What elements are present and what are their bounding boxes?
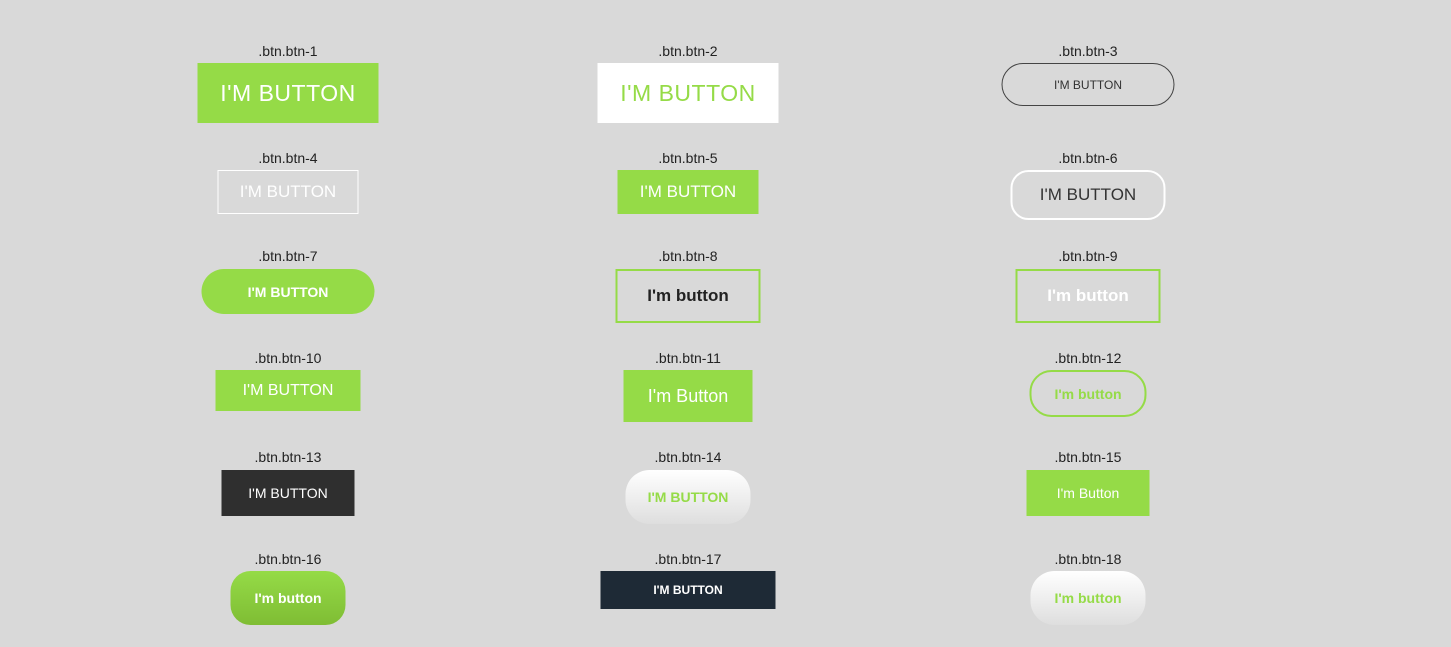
btn-16-button[interactable]: I'm button <box>230 571 346 625</box>
btn-17-button[interactable]: I'M BUTTON <box>600 571 776 609</box>
btn-13-label: .btn.btn-13 <box>254 449 322 465</box>
btn-18-button[interactable]: I'm button <box>1030 571 1146 625</box>
btn-11-button[interactable]: I'm Button <box>623 370 753 422</box>
btn-4-label: .btn.btn-4 <box>258 150 318 166</box>
btn-6-button[interactable]: I'M BUTTON <box>1010 170 1166 220</box>
btn-15-label: .btn.btn-15 <box>1054 449 1122 465</box>
btn-12-label: .btn.btn-12 <box>1054 350 1122 366</box>
btn-6-label: .btn.btn-6 <box>1058 150 1118 166</box>
btn-4-button[interactable]: I'M BUTTON <box>217 170 359 214</box>
btn-15-button[interactable]: I'm Button <box>1026 470 1150 516</box>
btn-10-button[interactable]: I'M BUTTON <box>215 370 361 411</box>
btn-5-label: .btn.btn-5 <box>658 150 718 166</box>
btn-1-button[interactable]: I'M BUTTON <box>197 63 379 123</box>
btn-17-label: .btn.btn-17 <box>654 551 722 567</box>
btn-8-label: .btn.btn-8 <box>658 248 718 264</box>
btn-1-label: .btn.btn-1 <box>258 43 318 59</box>
btn-3-button[interactable]: I'M BUTTON <box>1001 63 1175 106</box>
btn-14-label: .btn.btn-14 <box>654 449 722 465</box>
button-showcase: .btn.btn-1 I'M BUTTON .btn.btn-2 I'M BUT… <box>0 0 1451 647</box>
btn-10-label: .btn.btn-10 <box>254 350 322 366</box>
btn-18-label: .btn.btn-18 <box>1054 551 1122 567</box>
btn-2-button[interactable]: I'M BUTTON <box>597 63 779 123</box>
btn-11-label: .btn.btn-11 <box>655 350 721 366</box>
btn-13-button[interactable]: I'M BUTTON <box>221 470 355 516</box>
btn-3-label: .btn.btn-3 <box>1058 43 1118 59</box>
btn-16-label: .btn.btn-16 <box>254 551 322 567</box>
btn-7-button[interactable]: I'M BUTTON <box>201 269 375 314</box>
btn-2-label: .btn.btn-2 <box>658 43 718 59</box>
btn-9-label: .btn.btn-9 <box>1058 248 1118 264</box>
btn-8-button[interactable]: I'm button <box>615 269 761 323</box>
btn-12-button[interactable]: I'm button <box>1029 370 1147 417</box>
btn-7-label: .btn.btn-7 <box>258 248 318 264</box>
btn-14-button[interactable]: I'M BUTTON <box>625 470 751 524</box>
btn-5-button[interactable]: I'M BUTTON <box>617 170 759 214</box>
btn-9-button[interactable]: I'm button <box>1015 269 1161 323</box>
